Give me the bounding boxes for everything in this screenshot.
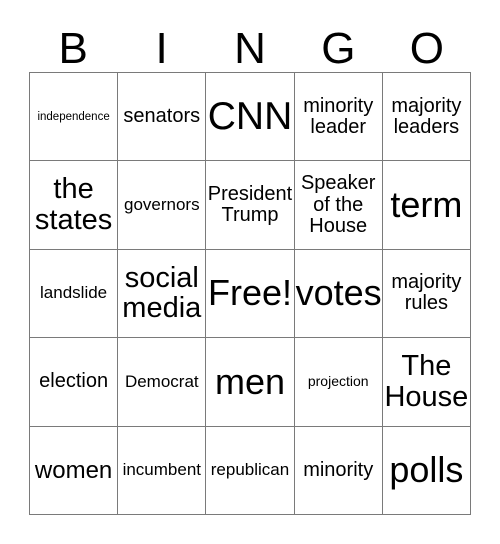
bingo-header-row: B I N G O [29,18,471,72]
bingo-cell-label: The House [384,350,469,413]
bingo-header-letter-g: G [321,24,356,73]
bingo-cell[interactable]: Speaker of the House [294,161,383,250]
bingo-cell-label: landslide [40,283,108,303]
bingo-cell[interactable]: majority rules [382,249,471,339]
bingo-cell-label: CNN [207,95,293,139]
bingo-cell-label: Free! [207,272,292,314]
bingo-cell[interactable]: The House [382,338,471,427]
bingo-cell[interactable]: election [30,338,119,427]
bingo-cell-label: polls [389,449,464,491]
bingo-cell[interactable]: projection [294,338,383,427]
bingo-card: B I N G O independence senators CNN minorit… [0,0,500,544]
bingo-cell-free-space[interactable]: Free! [206,249,295,339]
bingo-cell[interactable]: women [30,426,119,515]
bingo-cell-label: projection [307,373,369,390]
bingo-cell-label: minority [303,458,374,481]
bingo-cell[interactable]: governors [118,161,207,250]
bingo-cell-label: majority rules [391,271,462,315]
bingo-cell-label: social media [122,261,202,325]
bingo-cell-label: majority leaders [391,94,462,138]
bingo-grid: independence senators CNN minority leader ma… [29,72,471,515]
bingo-cell-label: Speaker of the House [300,172,376,237]
bingo-cell[interactable]: landslide [30,249,119,339]
bingo-cell[interactable]: minority [294,426,383,515]
bingo-header-letter-n: N [234,24,266,73]
bingo-cell[interactable]: CNN [206,73,295,162]
bingo-cell-label: incumbent [122,460,201,480]
bingo-cell[interactable]: minority leader [294,73,383,162]
bingo-cell[interactable]: independence [30,73,119,162]
bingo-cell-label: men [214,360,285,402]
bingo-cell[interactable]: Democrat [118,338,207,427]
bingo-cell-label: term [390,184,463,226]
bingo-cell[interactable]: senators [118,73,207,162]
bingo-cell-label: minority leader [303,94,374,138]
bingo-cell-label: governors [123,195,200,215]
bingo-cell-label: election [39,370,109,393]
bingo-cell-label: senators [123,105,201,128]
bingo-cell[interactable]: men [206,338,295,427]
bingo-cell[interactable]: term [382,161,471,250]
bingo-cell-label: Democrat [124,371,199,391]
bingo-cell[interactable]: the states [30,161,119,250]
bingo-cell[interactable]: majority leaders [382,73,471,162]
bingo-cell[interactable]: President Trump [206,161,295,250]
bingo-cell-label: President Trump [207,182,293,227]
bingo-cell-label: republican [210,460,290,480]
bingo-cell[interactable]: polls [382,426,471,515]
bingo-header-letter-b: B [58,24,88,73]
bingo-cell-label: the states [34,173,113,237]
bingo-cell[interactable]: republican [206,426,295,515]
bingo-cell[interactable]: social media [118,249,207,339]
bingo-cell-label: votes [295,272,382,314]
bingo-cell-label: women [34,456,113,484]
bingo-cell[interactable]: incumbent [118,426,207,515]
bingo-header-letter-o: O [409,24,444,73]
bingo-header-letter-i: I [155,24,168,73]
bingo-cell[interactable]: votes [294,249,383,339]
bingo-cell-label: independence [37,110,110,123]
